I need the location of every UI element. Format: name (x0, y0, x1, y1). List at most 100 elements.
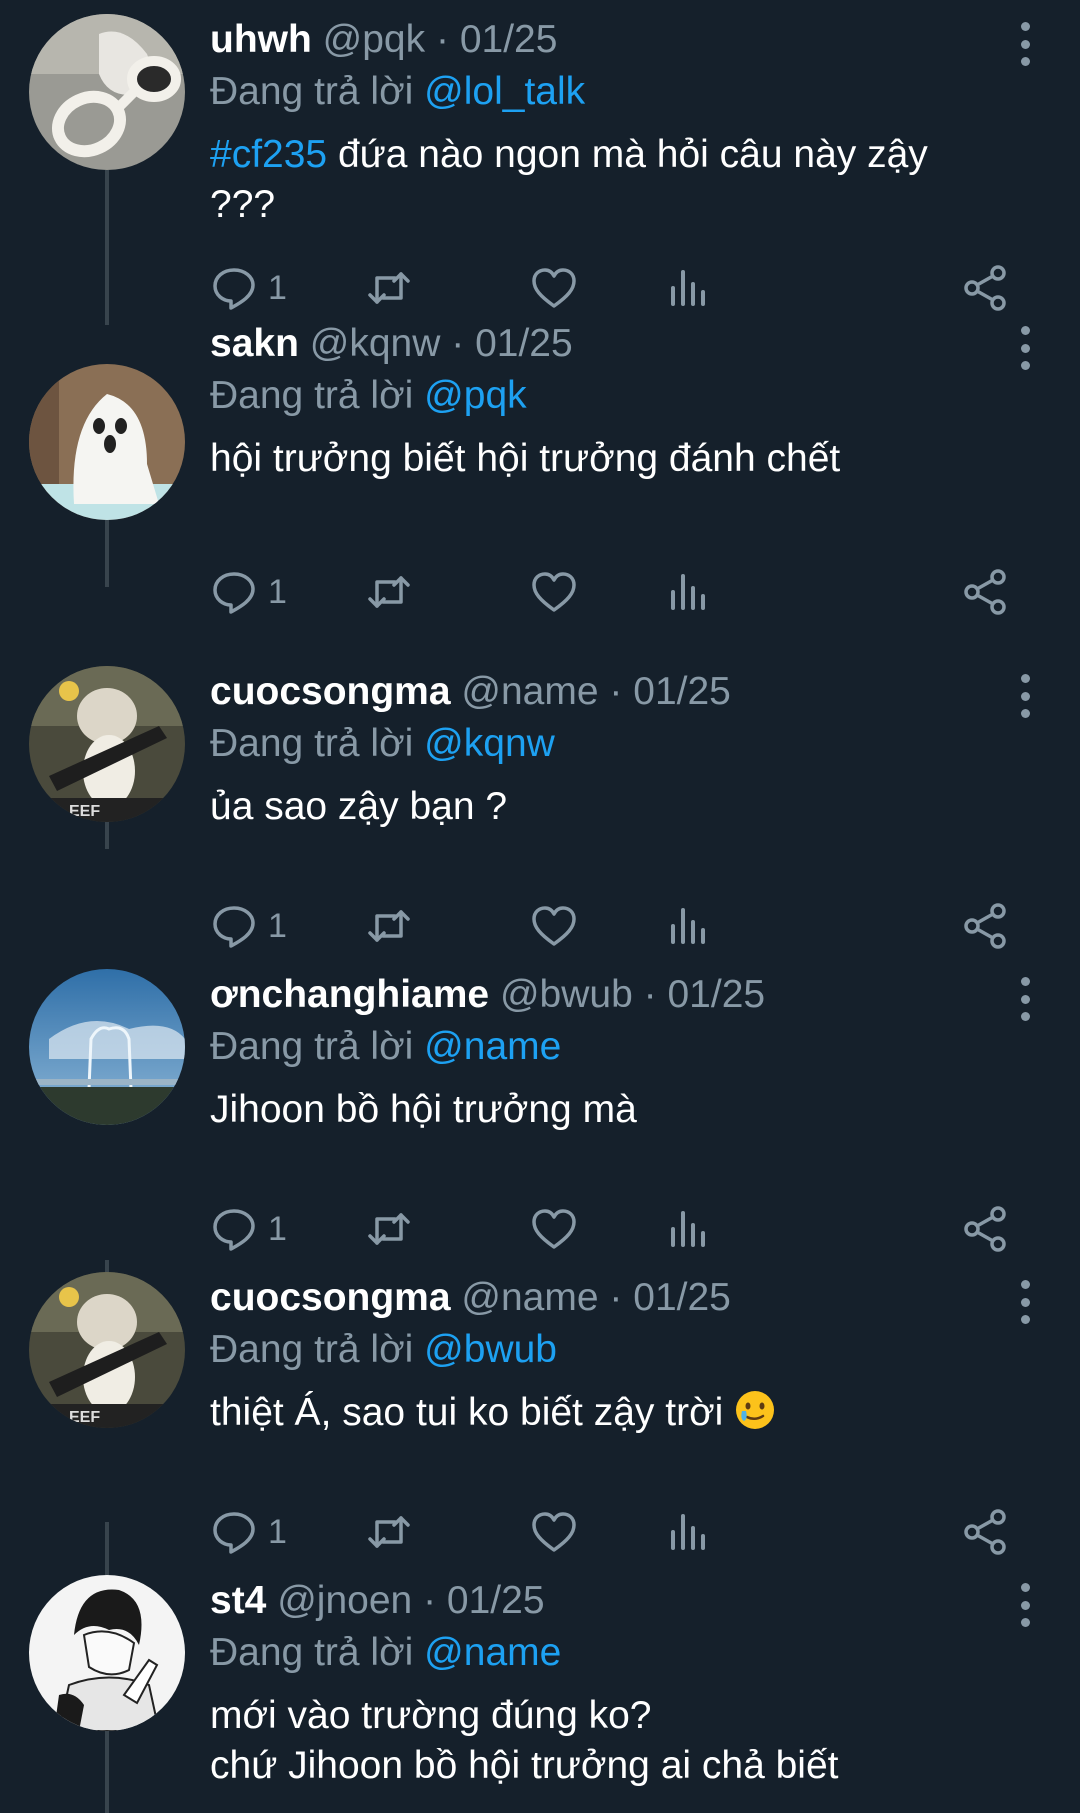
share-button[interactable] (962, 896, 1010, 956)
user-handle[interactable]: @name (461, 670, 598, 713)
replying-to-label: Đang trả lời (210, 1328, 414, 1371)
like-button[interactable] (530, 896, 578, 956)
manga-boy-avatar-image (29, 1575, 185, 1731)
display-name[interactable]: st4 (210, 1579, 266, 1622)
tweet-date[interactable]: 01/25 (475, 322, 573, 365)
analytics-button[interactable] (665, 1502, 713, 1562)
retweet-icon (368, 910, 410, 942)
user-handle[interactable]: @kqnw (310, 322, 441, 365)
analytics-button[interactable] (665, 896, 713, 956)
svg-text:EEF: EEF (69, 1409, 100, 1426)
cat-gun-avatar-image: EEF (29, 666, 185, 822)
reply-mention-link[interactable]: @bwub (424, 1328, 557, 1371)
display-name[interactable]: ơnchanghiame (210, 973, 489, 1016)
tweet[interactable]: sakn @kqnw · 01/25 Đang trả lời @pqk hội… (0, 304, 1080, 615)
separator-dot: · (423, 1579, 437, 1622)
reply-count: 1 (268, 1209, 287, 1248)
more-options-icon[interactable] (1010, 977, 1040, 1021)
tweet[interactable]: ơnchanghiame @bwub · 01/25 Đang trả lời … (0, 955, 1080, 1252)
reply-mention-link[interactable]: @name (424, 1025, 561, 1068)
heart-icon (532, 906, 576, 946)
tweet[interactable]: uhwh @pqk · 01/25 Đang trả lời @lol_talk… (0, 0, 1080, 340)
crying-smile-emoji (734, 1389, 776, 1444)
svg-text:EEF: EEF (69, 803, 100, 820)
tweet-date[interactable]: 01/25 (633, 670, 731, 713)
reply-icon (213, 1512, 255, 1554)
separator-dot: · (609, 670, 623, 713)
hashtag-link[interactable]: #cf235 (210, 133, 327, 176)
analytics-button[interactable] (665, 1199, 713, 1259)
more-options-icon[interactable] (1010, 326, 1040, 370)
reply-count: 1 (268, 1512, 287, 1551)
tweet-text-line: mới vào trường đúng ko? (210, 1694, 652, 1737)
tweet[interactable]: EEF cuocsongma @name · 01/25 Đang trả lờ… (0, 652, 1080, 949)
share-button[interactable] (962, 562, 1010, 622)
user-handle[interactable]: @pqk (323, 18, 425, 61)
like-button[interactable] (530, 1199, 578, 1259)
tweet-text: ủa sao zậy bạn ? (210, 785, 508, 828)
display-name[interactable]: cuocsongma (210, 670, 451, 713)
tweet[interactable]: EEF cuocsongma @name · 01/25 Đang trả lờ… (0, 1258, 1080, 1555)
replying-to-label: Đang trả lời (210, 1631, 414, 1674)
separator-dot: · (451, 322, 465, 365)
separator-dot: · (643, 973, 657, 1016)
avatar-sky-cat[interactable] (29, 969, 185, 1125)
user-handle[interactable]: @jnoen (277, 1579, 412, 1622)
replying-to-label: Đang trả lời (210, 1025, 414, 1068)
reply-icon (213, 572, 255, 614)
tweet[interactable]: st4 @jnoen · 01/25 Đang trả lời @name mớ… (0, 1561, 1080, 1813)
display-name[interactable]: sakn (210, 322, 299, 365)
retweet-icon (368, 576, 410, 608)
reply-mention-link[interactable]: @name (424, 1631, 561, 1674)
reply-count: 1 (268, 572, 287, 611)
display-name[interactable]: cuocsongma (210, 1276, 451, 1319)
analytics-icon (671, 908, 705, 944)
avatar-cat-gun[interactable]: EEF (29, 666, 185, 822)
reply-mention-link[interactable]: @lol_talk (424, 70, 585, 113)
share-icon (964, 569, 1006, 615)
more-options-icon[interactable] (1010, 22, 1040, 66)
analytics-icon (671, 1211, 705, 1247)
analytics-icon (671, 574, 705, 610)
tweet-date[interactable]: 01/25 (633, 1276, 731, 1319)
avatar-glasses[interactable] (29, 14, 185, 170)
reply-count: 1 (268, 906, 287, 945)
avatar-ghost[interactable] (29, 364, 185, 520)
retweet-button[interactable] (365, 1502, 413, 1562)
more-options-icon[interactable] (1010, 674, 1040, 718)
more-options-icon[interactable] (1010, 1583, 1040, 1627)
cat-gun-avatar-image: EEF (29, 1272, 185, 1428)
avatar-cat-gun[interactable]: EEF (29, 1272, 185, 1428)
user-handle[interactable]: @bwub (500, 973, 633, 1016)
display-name[interactable]: uhwh (210, 18, 312, 61)
retweet-icon (368, 1516, 410, 1548)
tweet-date[interactable]: 01/25 (667, 973, 765, 1016)
glasses-avatar-image (29, 14, 185, 170)
retweet-button[interactable] (365, 1199, 413, 1259)
tweet-actions: 1 (210, 562, 1020, 622)
more-options-icon[interactable] (1010, 1280, 1040, 1324)
like-button[interactable] (530, 562, 578, 622)
like-button[interactable] (530, 1502, 578, 1562)
share-button[interactable] (962, 1502, 1010, 1562)
reply-button[interactable]: 1 (210, 1199, 287, 1259)
reply-mention-link[interactable]: @kqnw (424, 722, 555, 765)
avatar-manga-boy[interactable] (29, 1575, 185, 1731)
user-handle[interactable]: @name (461, 1276, 598, 1319)
retweet-button[interactable] (365, 896, 413, 956)
tweet-date[interactable]: 01/25 (447, 1579, 545, 1622)
tweet-text: mới vào trường đúng ko? chứ Jihoon bồ hộ… (210, 1691, 990, 1791)
retweet-icon (368, 1213, 410, 1245)
share-button[interactable] (962, 1199, 1010, 1259)
reply-button[interactable]: 1 (210, 896, 287, 956)
separator-dot: · (435, 18, 449, 61)
tweet-date[interactable]: 01/25 (460, 18, 558, 61)
replying-to-label: Đang trả lời (210, 70, 414, 113)
reply-mention-link[interactable]: @pqk (424, 374, 526, 417)
retweet-button[interactable] (365, 562, 413, 622)
analytics-button[interactable] (665, 562, 713, 622)
tweet-actions: 1 (210, 896, 1020, 956)
reply-button[interactable]: 1 (210, 1502, 287, 1562)
reply-button[interactable]: 1 (210, 562, 287, 622)
ghost-avatar-image (29, 364, 185, 520)
